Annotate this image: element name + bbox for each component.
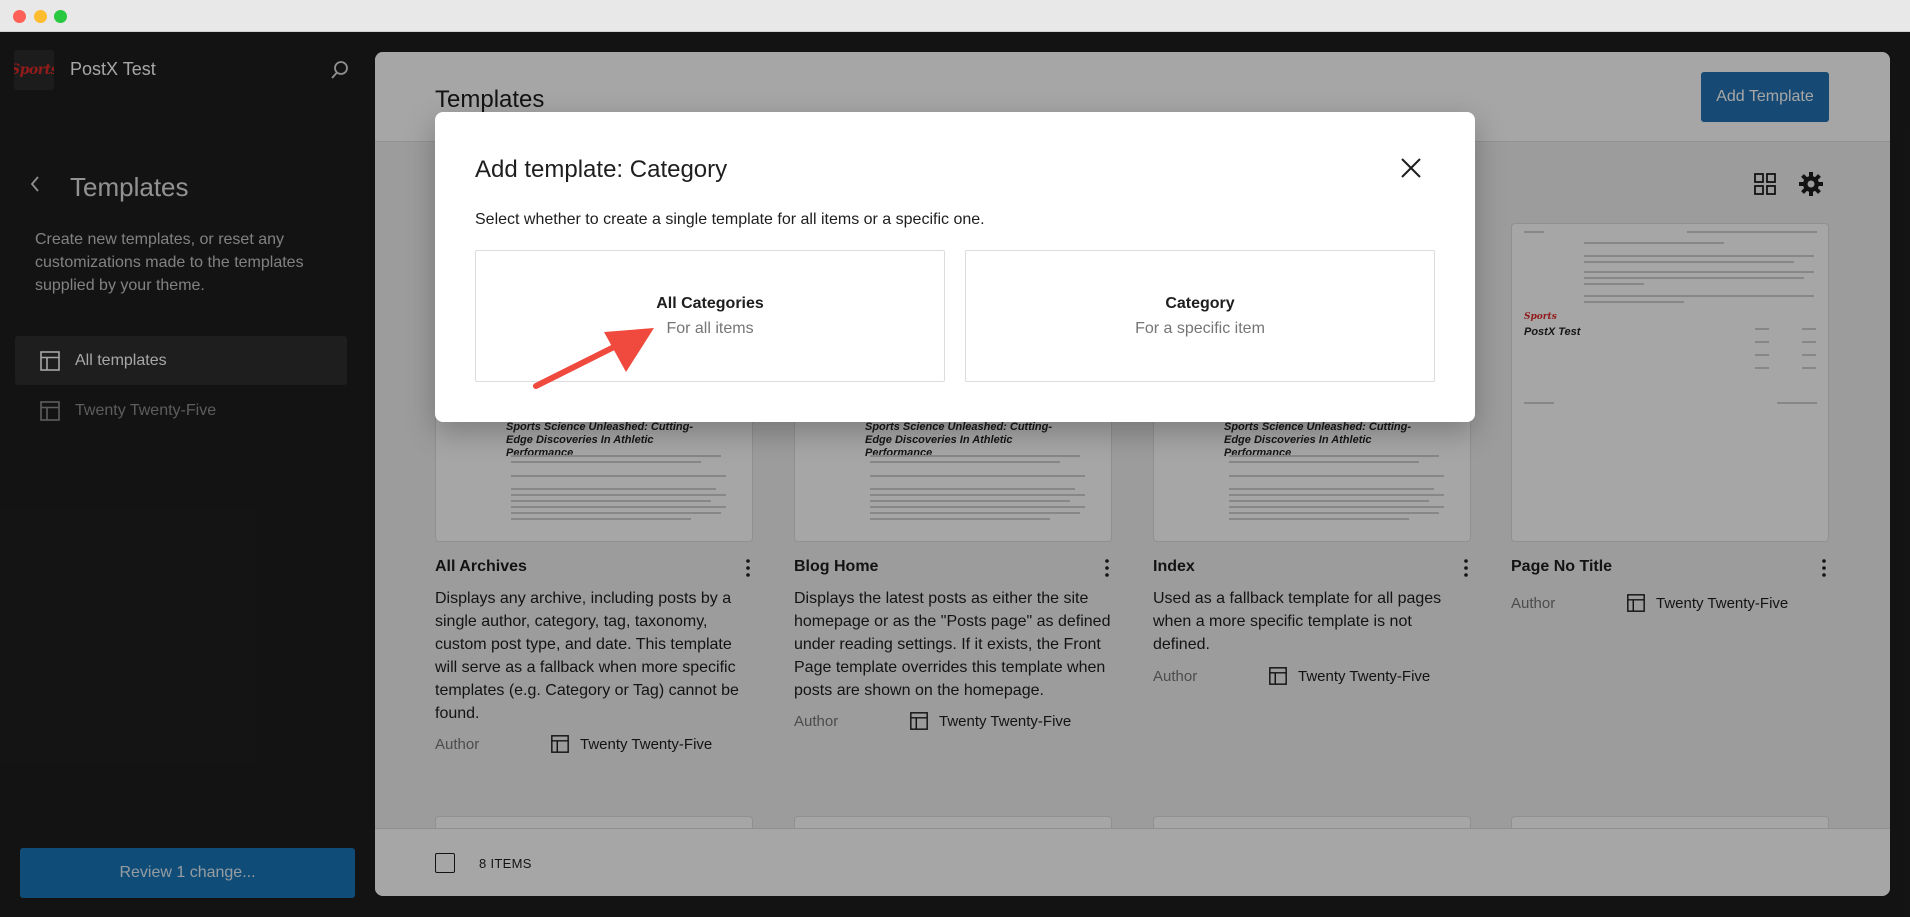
close-icon[interactable] (1395, 152, 1427, 184)
minimize-window-button[interactable] (34, 10, 47, 23)
option-title: Category (1165, 295, 1235, 312)
close-window-button[interactable] (13, 10, 26, 23)
annotation-arrow-icon (533, 328, 654, 389)
maximize-window-button[interactable] (54, 10, 67, 23)
modal-title: Add template: Category (475, 156, 728, 183)
option-subtitle: For a specific item (1135, 320, 1265, 337)
option-title: All Categories (656, 295, 764, 312)
option-specific-category[interactable]: Category For a specific item (965, 250, 1435, 382)
modal-description: Select whether to create a single templa… (475, 211, 985, 228)
window-titlebar (0, 0, 1910, 32)
